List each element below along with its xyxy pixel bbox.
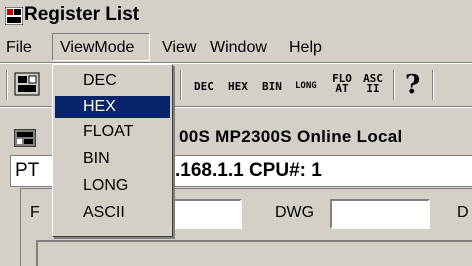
window-title: Register List xyxy=(24,4,140,25)
toolbar-dec-button[interactable]: DEC xyxy=(194,80,214,93)
d-label: D xyxy=(457,204,469,221)
register-table-panel xyxy=(36,240,472,266)
viewmode-bin-label: BIN xyxy=(83,150,110,167)
menu-viewmode-label: ViewMode xyxy=(60,39,135,56)
viewmode-hex[interactable]: HEX xyxy=(55,96,170,118)
toolbar-float-button[interactable]: FLO AT xyxy=(330,73,354,95)
app-icon xyxy=(5,7,23,25)
register-list-icon[interactable] xyxy=(14,72,40,96)
viewmode-hex-label: HEX xyxy=(83,98,116,115)
toolbar-hex-button[interactable]: HEX xyxy=(228,80,248,93)
menu-help[interactable]: Help xyxy=(289,38,322,58)
viewmode-dropdown: DEC HEX FLOAT BIN LONG ASCII xyxy=(52,64,173,237)
dwg-label: DWG xyxy=(275,204,315,221)
toolbar-ascii-button[interactable]: ASC II xyxy=(361,73,385,95)
dwg-input[interactable] xyxy=(330,199,430,229)
toolbar-separator xyxy=(180,70,182,100)
connection-info: 00S MP2300S Online Local xyxy=(179,127,403,146)
f-label: F xyxy=(30,204,40,221)
menu-window[interactable]: Window xyxy=(210,38,267,58)
viewmode-float[interactable]: FLOAT xyxy=(55,121,170,143)
viewmode-bin[interactable]: BIN xyxy=(55,148,170,170)
f-input[interactable] xyxy=(172,199,242,229)
toolbar-float-bottom: AT xyxy=(335,82,349,95)
viewmode-long-label: LONG xyxy=(83,177,129,194)
viewmode-ascii-label: ASCII xyxy=(83,204,125,221)
toolbar-separator xyxy=(393,70,395,100)
viewmode-float-label: FLOAT xyxy=(83,123,134,140)
viewmode-dec-label: DEC xyxy=(83,72,117,89)
target-address: .168.1.1 CPU#: 1 xyxy=(175,160,322,181)
menu-file[interactable]: File xyxy=(6,38,32,58)
toolbar-long-button[interactable]: LONG xyxy=(295,81,317,91)
viewmode-dec[interactable]: DEC xyxy=(55,70,170,92)
viewmode-ascii[interactable]: ASCII xyxy=(55,202,170,224)
toolbar-bin-button[interactable]: BIN xyxy=(262,80,282,93)
pt-label: PT xyxy=(15,160,40,181)
toolbar-ascii-bottom: II xyxy=(366,82,380,95)
menu-viewmode[interactable]: ViewMode xyxy=(52,33,150,61)
toolbar-separator xyxy=(6,70,8,100)
toolbar-separator xyxy=(432,70,434,100)
help-icon[interactable]: ? xyxy=(405,70,420,100)
menu-view[interactable]: View xyxy=(162,38,196,58)
viewmode-long[interactable]: LONG xyxy=(55,175,170,197)
controller-icon xyxy=(14,129,36,147)
